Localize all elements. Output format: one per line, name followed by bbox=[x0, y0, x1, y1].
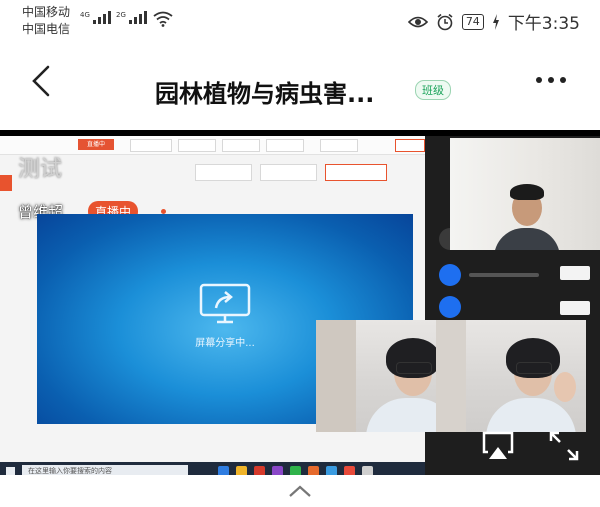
page-title: 园林植物与病虫害... bbox=[155, 80, 375, 108]
alarm-icon bbox=[437, 13, 453, 30]
screen-share-indicator: 屏幕分享中... bbox=[187, 282, 263, 349]
desktop-tab bbox=[395, 139, 425, 152]
taskbar-app-icon bbox=[308, 466, 319, 475]
taskbar-app-icon bbox=[344, 466, 355, 475]
back-icon[interactable] bbox=[30, 64, 52, 98]
panel-item-button bbox=[560, 266, 590, 280]
taskbar-app-icon bbox=[218, 466, 229, 475]
stream-overlay-title: 测试 bbox=[18, 157, 63, 182]
student-body bbox=[486, 398, 576, 432]
teacher-camera[interactable] bbox=[450, 138, 600, 250]
panel-item-text bbox=[469, 273, 539, 277]
airplay-icon[interactable] bbox=[481, 430, 515, 462]
panel-item-button bbox=[560, 301, 590, 315]
taskbar-search: 在这里输入你要搜索的内容 bbox=[22, 465, 188, 475]
clock: 下午3:35 bbox=[507, 14, 580, 34]
desktop-red-tab bbox=[0, 175, 12, 191]
screen-share-text: 屏幕分享中... bbox=[195, 338, 255, 349]
carrier-label-2: 中国电信 bbox=[22, 22, 71, 36]
eye-icon bbox=[407, 16, 428, 27]
desktop-tab bbox=[222, 139, 260, 152]
more-icon[interactable] bbox=[536, 77, 566, 83]
desktop-live-tab: 直播中 bbox=[78, 139, 114, 150]
taskbar-app-icon bbox=[236, 466, 247, 475]
desktop-subtab bbox=[325, 164, 387, 181]
windows-taskbar: 在这里输入你要搜索的内容 bbox=[0, 462, 425, 475]
desktop-tab bbox=[266, 139, 304, 152]
panel-item-icon bbox=[439, 264, 461, 286]
live-stream-view[interactable]: 直播中 测试 曾维超 直播中 屏幕分享中... 在这里输入你要搜索的内容 bbox=[0, 130, 600, 475]
screen-share-icon bbox=[199, 283, 251, 324]
desktop-toolbar: 直播中 bbox=[0, 136, 425, 155]
chevron-up-icon[interactable] bbox=[288, 484, 312, 498]
charging-icon bbox=[492, 13, 499, 30]
desktop-tab bbox=[320, 139, 358, 152]
taskbar-app-icon bbox=[272, 466, 283, 475]
desktop-tab bbox=[130, 139, 172, 152]
app-header: 园林植物与病虫害... 班级 bbox=[0, 44, 600, 130]
fullscreen-icon[interactable] bbox=[548, 430, 580, 462]
windows-start-icon bbox=[6, 467, 15, 475]
carrier-label-1: 中国移动 bbox=[22, 5, 71, 19]
desktop-subtab bbox=[260, 164, 317, 181]
student-glasses bbox=[396, 362, 432, 374]
class-badge[interactable]: 班级 bbox=[415, 80, 451, 100]
battery-indicator: 74 bbox=[461, 13, 484, 30]
taskbar-app-icon bbox=[326, 466, 337, 475]
taskbar-app-icon bbox=[290, 466, 301, 475]
student-hand bbox=[554, 372, 576, 402]
desktop-subtab bbox=[195, 164, 252, 181]
signal-icon-1: 4G bbox=[80, 11, 111, 24]
signal-icon-2: 2G bbox=[116, 11, 147, 24]
taskbar-app-icon bbox=[362, 466, 373, 475]
bottom-bar bbox=[0, 475, 600, 507]
desktop-tab bbox=[178, 139, 216, 152]
desktop-subtabs bbox=[195, 164, 395, 184]
status-bar: 中国移动 中国电信 4G 2G 74 下午3:35 bbox=[0, 0, 600, 44]
teacher-hair bbox=[510, 184, 544, 200]
panel-item-icon bbox=[439, 296, 461, 318]
student-glasses bbox=[516, 362, 552, 374]
taskbar-app-icon bbox=[254, 466, 265, 475]
wifi-icon bbox=[153, 11, 173, 27]
student-camera-2[interactable] bbox=[436, 320, 586, 432]
